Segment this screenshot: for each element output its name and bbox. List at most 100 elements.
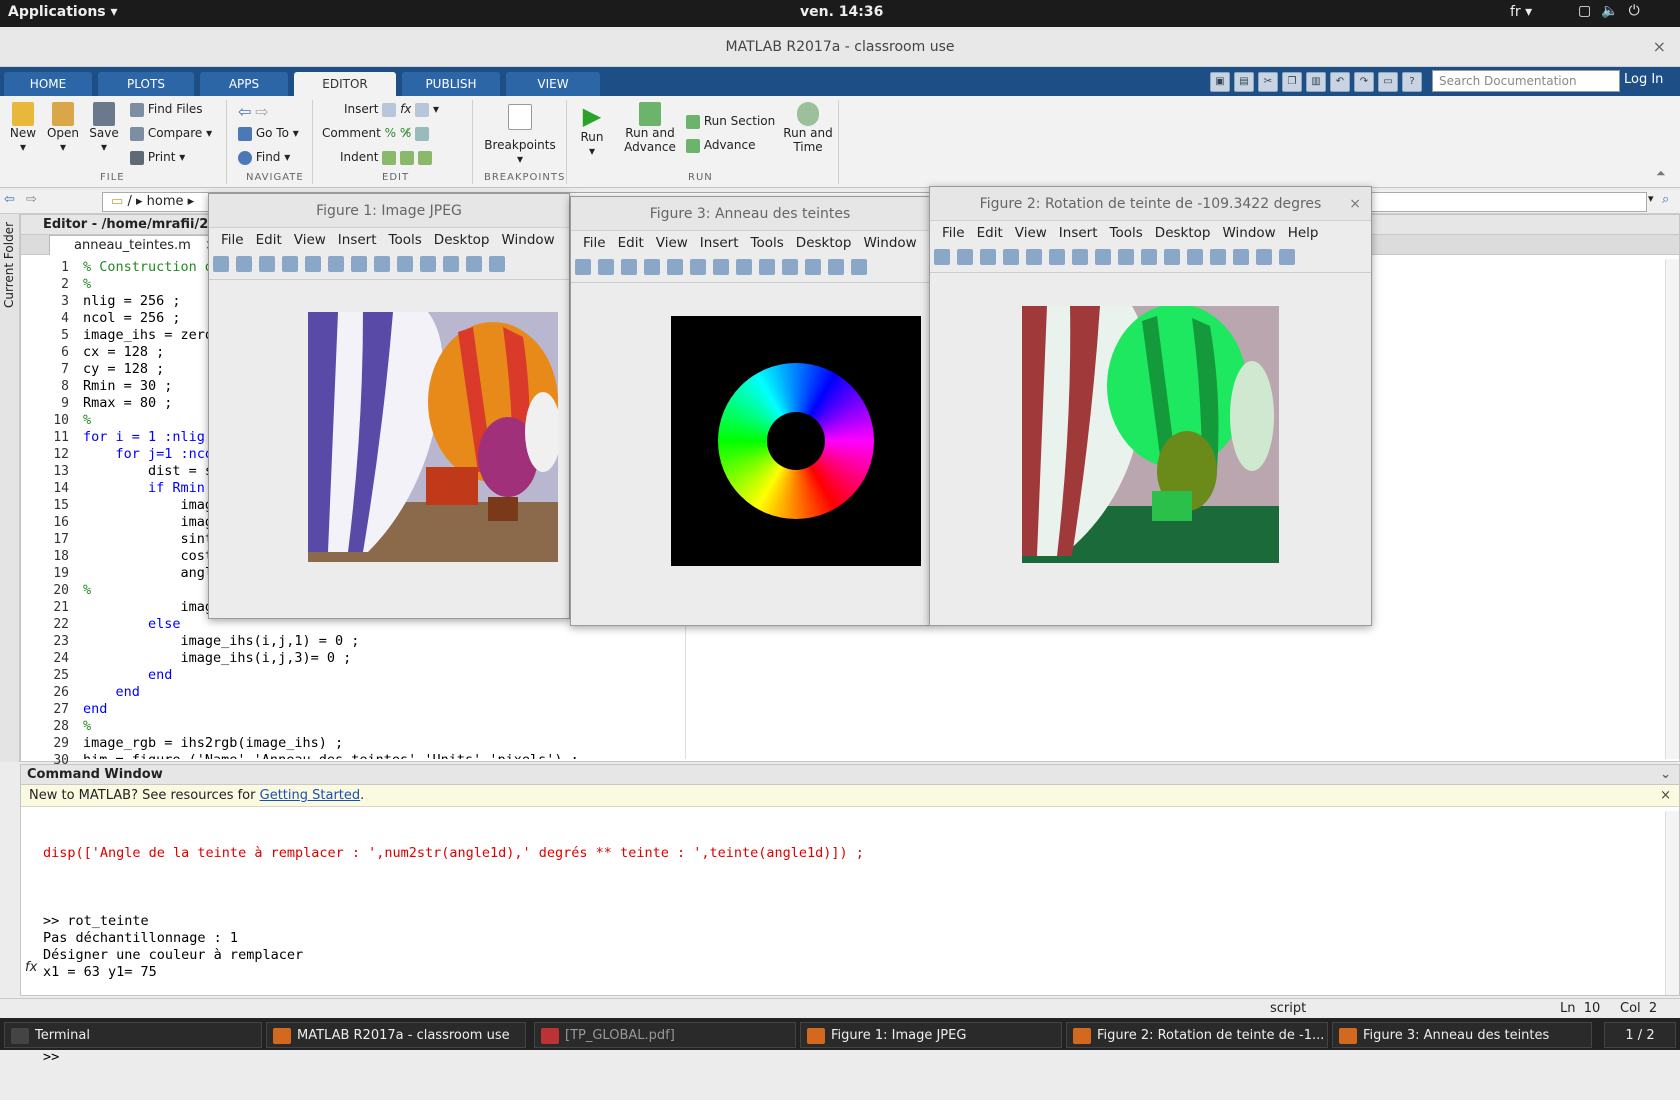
go-to-button[interactable]: Go To ▾ xyxy=(238,126,299,141)
login-link[interactable]: Log In xyxy=(1624,72,1663,87)
colorbar-icon[interactable] xyxy=(1210,249,1226,265)
code-line[interactable]: end xyxy=(83,701,1643,718)
editor-file-tab[interactable]: anneau_teintes.m × xyxy=(49,235,219,255)
rotate-icon[interactable] xyxy=(397,256,413,272)
zoom-in-icon[interactable] xyxy=(1049,249,1065,265)
save-icon[interactable] xyxy=(259,256,275,272)
uncomment-icon[interactable]: %̸ xyxy=(400,126,411,140)
pan-icon[interactable] xyxy=(736,259,752,275)
getting-started-link[interactable]: Getting Started xyxy=(260,788,361,803)
code-line[interactable]: image_rgb = ihs2rgb(image_ihs) ; xyxy=(83,735,1643,752)
code-line[interactable]: him = figure ('Name','Anneau des teintes… xyxy=(83,752,1643,759)
menu-insert[interactable]: Insert xyxy=(1059,225,1098,241)
volume-icon[interactable]: 🔈 xyxy=(1601,3,1628,19)
brush-icon[interactable] xyxy=(1164,249,1180,265)
run-and-time-button[interactable]: Run and Time xyxy=(780,102,836,154)
paste-icon[interactable]: ▥ xyxy=(1306,72,1326,92)
menu-view[interactable]: View xyxy=(294,232,326,248)
search-documentation-input[interactable]: Search Documentation xyxy=(1432,70,1620,92)
taskbar-item-figure3[interactable]: Figure 3: Anneau des teintes xyxy=(1332,1022,1592,1048)
menu-view[interactable]: View xyxy=(656,235,688,251)
fx-icon[interactable]: fx xyxy=(400,102,411,116)
taskbar-item-figure1[interactable]: Figure 1: Image JPEG xyxy=(800,1022,1062,1048)
path-dropdown-icon[interactable]: ▾ xyxy=(1648,192,1654,205)
link-icon[interactable] xyxy=(466,256,482,272)
applications-menu[interactable]: Applications ▾ xyxy=(8,4,118,20)
taskbar-item-terminal[interactable]: Terminal xyxy=(4,1022,262,1048)
data-cursor-icon[interactable] xyxy=(782,259,798,275)
print-icon[interactable] xyxy=(1003,249,1019,265)
insert-button[interactable]: Insert fx ▾ xyxy=(344,102,439,117)
menu-desktop[interactable]: Desktop xyxy=(796,235,852,251)
menu-window[interactable]: Window xyxy=(863,235,916,251)
breakpoints-button[interactable]: Breakpoints ▾ xyxy=(484,104,556,166)
colorbar-icon[interactable] xyxy=(489,256,505,272)
back-arrow-icon[interactable]: ⇦ xyxy=(238,102,251,121)
code-line[interactable]: image_ihs(i,j,1) = 0 ; xyxy=(83,633,1643,650)
editor-scrollbar[interactable] xyxy=(1665,259,1679,759)
percent-icon[interactable]: % xyxy=(385,126,396,140)
link-icon[interactable] xyxy=(1187,249,1203,265)
menu-insert[interactable]: Insert xyxy=(700,235,739,251)
run-button[interactable]: ▶ Run ▾ xyxy=(574,102,610,158)
data-cursor-icon[interactable] xyxy=(1141,249,1157,265)
close-banner-icon[interactable]: × xyxy=(1660,788,1671,803)
compare-button[interactable]: Compare ▾ xyxy=(130,126,212,141)
indent-button[interactable]: Indent xyxy=(340,150,432,165)
menu-file[interactable]: File xyxy=(942,225,965,241)
menu-tools[interactable]: Tools xyxy=(389,232,422,248)
new-figure-icon[interactable] xyxy=(213,256,229,272)
language-indicator[interactable]: fr ▾ xyxy=(1510,4,1532,20)
dock-icon[interactable] xyxy=(1279,249,1295,265)
open-icon[interactable] xyxy=(236,256,252,272)
tab-apps[interactable]: APPS xyxy=(200,72,288,96)
link-icon[interactable] xyxy=(828,259,844,275)
undo-icon[interactable]: ↶ xyxy=(1330,72,1350,92)
code-line[interactable]: image_ihs(i,j,3)= 0 ; xyxy=(83,650,1643,667)
pan-icon[interactable] xyxy=(374,256,390,272)
advance-button[interactable]: Advance xyxy=(686,138,755,153)
colorbar-icon[interactable] xyxy=(851,259,867,275)
tab-editor[interactable]: EDITOR xyxy=(294,72,396,96)
power-icon[interactable]: ⏻ xyxy=(1629,3,1650,19)
run-section-button[interactable]: Run Section xyxy=(686,114,775,129)
search-icon[interactable]: ⌕ xyxy=(1662,192,1669,207)
new-figure-icon[interactable] xyxy=(934,249,950,265)
open-icon[interactable] xyxy=(957,249,973,265)
data-cursor-icon[interactable] xyxy=(420,256,436,272)
window-icon[interactable]: ▢ xyxy=(1578,3,1601,19)
back-forward-nav[interactable]: ⇦ ⇨ xyxy=(238,102,269,121)
tab-home[interactable]: HOME xyxy=(4,72,92,96)
print-icon[interactable] xyxy=(644,259,660,275)
pointer-icon[interactable] xyxy=(1026,249,1042,265)
menu-insert[interactable]: Insert xyxy=(338,232,377,248)
pointer-icon[interactable] xyxy=(305,256,321,272)
save-icon[interactable] xyxy=(980,249,996,265)
menu-tools[interactable]: Tools xyxy=(1110,225,1143,241)
menu-window[interactable]: Window xyxy=(1222,225,1275,241)
cut-icon[interactable]: ✂ xyxy=(1258,72,1278,92)
menu-window[interactable]: Window xyxy=(501,232,554,248)
open-button[interactable]: Open ▾ xyxy=(44,102,82,154)
zoom-in-icon[interactable] xyxy=(690,259,706,275)
run-and-advance-button[interactable]: Run and Advance xyxy=(620,102,680,154)
zoom-out-icon[interactable] xyxy=(713,259,729,275)
code-line[interactable]: end xyxy=(83,684,1643,701)
up-folder-icon[interactable] xyxy=(52,193,72,213)
tab-plots[interactable]: PLOTS xyxy=(98,72,194,96)
new-figure-icon[interactable] xyxy=(575,259,591,275)
collapse-ribbon-icon[interactable]: ⏶ xyxy=(1656,166,1666,181)
menu-file[interactable]: File xyxy=(221,232,244,248)
menu-help[interactable]: Help xyxy=(1288,225,1319,241)
comment-button[interactable]: Comment % %̸ xyxy=(322,126,430,141)
tab-view[interactable]: VIEW xyxy=(506,72,600,96)
redo-icon[interactable]: ↷ xyxy=(1354,72,1374,92)
taskbar-item-pdf[interactable]: [TP_GLOBAL.pdf] xyxy=(534,1022,796,1048)
save-quick-icon[interactable]: ▤ xyxy=(1234,72,1254,92)
clock[interactable]: ven. 14:36 xyxy=(800,4,883,20)
copy-icon[interactable]: ❐ xyxy=(1282,72,1302,92)
zoom-out-icon[interactable] xyxy=(1072,249,1088,265)
taskbar-item-figure2[interactable]: Figure 2: Rotation de teinte de -1... xyxy=(1066,1022,1328,1048)
find-files-button[interactable]: Find Files xyxy=(130,102,203,117)
menu-view[interactable]: View xyxy=(1015,225,1047,241)
